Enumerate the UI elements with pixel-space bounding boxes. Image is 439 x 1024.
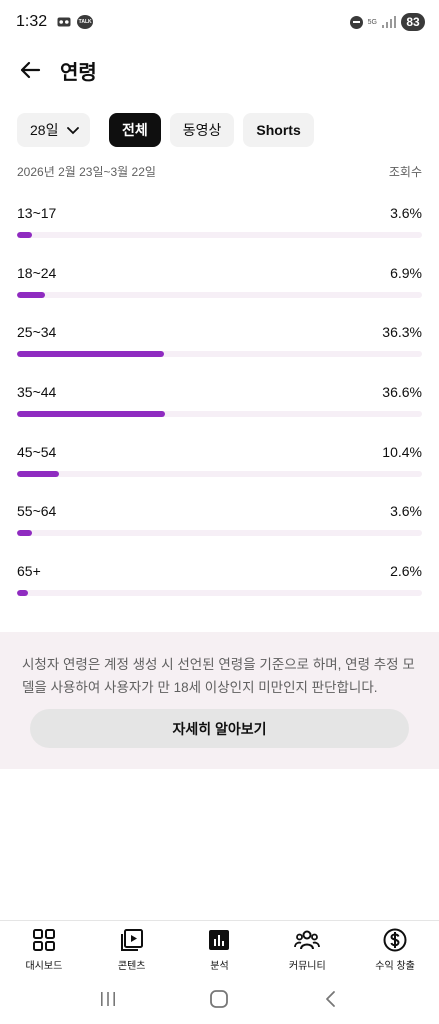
filter-bar: 28일 전체 동영상 Shorts <box>17 113 314 147</box>
nav-label: 수익 창출 <box>375 961 415 972</box>
period-label: 28일 <box>30 122 59 138</box>
nav-item-community[interactable]: 커뮤니티 <box>263 921 351 974</box>
nav-item-monetization[interactable]: 수익 창출 <box>351 921 439 974</box>
bar-track <box>17 470 422 477</box>
bar-track <box>17 351 422 358</box>
age-row: 35~44 36.6% <box>17 384 422 444</box>
age-label: 25~34 <box>17 324 57 341</box>
nav-item-content[interactable]: 콘텐츠 <box>88 921 176 974</box>
system-nav-bar <box>0 974 439 1024</box>
community-icon <box>294 930 321 950</box>
age-label: 35~44 <box>17 384 57 401</box>
kakaotalk-icon: TALK <box>77 15 94 29</box>
dollar-icon <box>383 928 407 952</box>
recent-apps-button[interactable] <box>88 979 128 1019</box>
network-icon: 5G <box>367 18 377 26</box>
bar-fill <box>17 232 32 238</box>
nav-item-analytics[interactable]: 분석 <box>176 921 264 974</box>
age-row: 13~17 3.6% <box>17 205 422 265</box>
bar-track <box>17 291 422 298</box>
age-row: 45~54 10.4% <box>17 444 422 504</box>
age-list: 13~17 3.6% 18~24 6.9% 25~34 36.3% 35~44 … <box>17 205 422 623</box>
chevron-left-icon <box>326 991 336 1007</box>
chip-all[interactable]: 전체 <box>109 113 161 147</box>
nav-item-dashboard[interactable]: 대시보드 <box>0 921 88 974</box>
age-label: 55~64 <box>17 503 57 520</box>
system-back-button[interactable] <box>311 979 351 1019</box>
age-row: 65+ 2.6% <box>17 563 422 623</box>
arrow-left-icon <box>20 61 41 79</box>
bar-track <box>17 590 422 597</box>
age-row: 55~64 3.6% <box>17 503 422 563</box>
recent-apps-icon <box>100 992 115 1006</box>
age-value: 3.6% <box>390 503 422 520</box>
home-button[interactable] <box>199 979 239 1019</box>
bar-track <box>17 232 422 238</box>
age-value: 3.6% <box>390 205 422 221</box>
age-value: 10.4% <box>382 443 422 460</box>
age-value: 36.3% <box>382 324 422 341</box>
battery-indicator: 83 <box>401 13 425 31</box>
bar-fill <box>17 530 32 537</box>
bar-fill <box>17 470 60 477</box>
home-icon <box>210 990 229 1008</box>
do-not-disturb-icon <box>349 15 363 29</box>
info-text: 시청자 연령은 계정 생성 시 선언된 연령을 기준으로 하며, 연령 추정 모… <box>22 657 415 695</box>
bar-fill <box>17 411 166 418</box>
metric-label: 조회수 <box>388 165 422 179</box>
chip-shorts[interactable]: Shorts <box>243 113 314 147</box>
status-time: 1:32 <box>16 13 48 30</box>
age-label: 65+ <box>17 563 41 580</box>
signal-icon <box>382 16 396 28</box>
age-label: 45~54 <box>17 443 57 460</box>
age-row: 18~24 6.9% <box>17 265 422 325</box>
bar-fill <box>17 351 164 358</box>
back-button[interactable] <box>8 48 52 92</box>
bar-track <box>17 530 422 537</box>
bottom-nav: 대시보드 콘텐츠 분석 커뮤니티 수익 창출 <box>0 920 439 974</box>
nav-label: 콘텐츠 <box>117 961 146 972</box>
page-title: 연령 <box>60 59 97 84</box>
bar-fill <box>17 291 45 298</box>
age-value: 6.9% <box>390 264 422 281</box>
content-icon <box>120 929 143 951</box>
age-row: 25~34 36.3% <box>17 324 422 384</box>
period-dropdown[interactable]: 28일 <box>17 113 90 147</box>
chevron-down-icon <box>67 127 79 135</box>
learn-more-button[interactable]: 자세히 알아보기 <box>30 709 409 748</box>
nav-label: 대시보드 <box>25 961 63 972</box>
nav-label: 커뮤니티 <box>288 961 326 972</box>
age-value: 2.6% <box>390 563 422 580</box>
voicemail-icon <box>57 17 71 27</box>
app-header: 연령 <box>0 48 439 92</box>
age-label: 18~24 <box>17 264 57 281</box>
bar-track <box>17 411 422 418</box>
nav-label: 분석 <box>210 961 229 972</box>
info-panel: 시청자 연령은 계정 생성 시 선언된 연령을 기준으로 하며, 연령 추정 모… <box>0 632 439 769</box>
dashboard-icon <box>32 929 55 951</box>
age-label: 13~17 <box>17 205 57 221</box>
chip-videos[interactable]: 동영상 <box>169 113 235 147</box>
analytics-icon <box>209 930 230 950</box>
bar-fill <box>17 590 28 597</box>
age-value: 36.6% <box>382 384 422 401</box>
date-range: 2026년 2월 23일~3월 22일 <box>17 165 156 179</box>
status-bar: 1:32 TALK 5G 83 <box>0 0 439 44</box>
